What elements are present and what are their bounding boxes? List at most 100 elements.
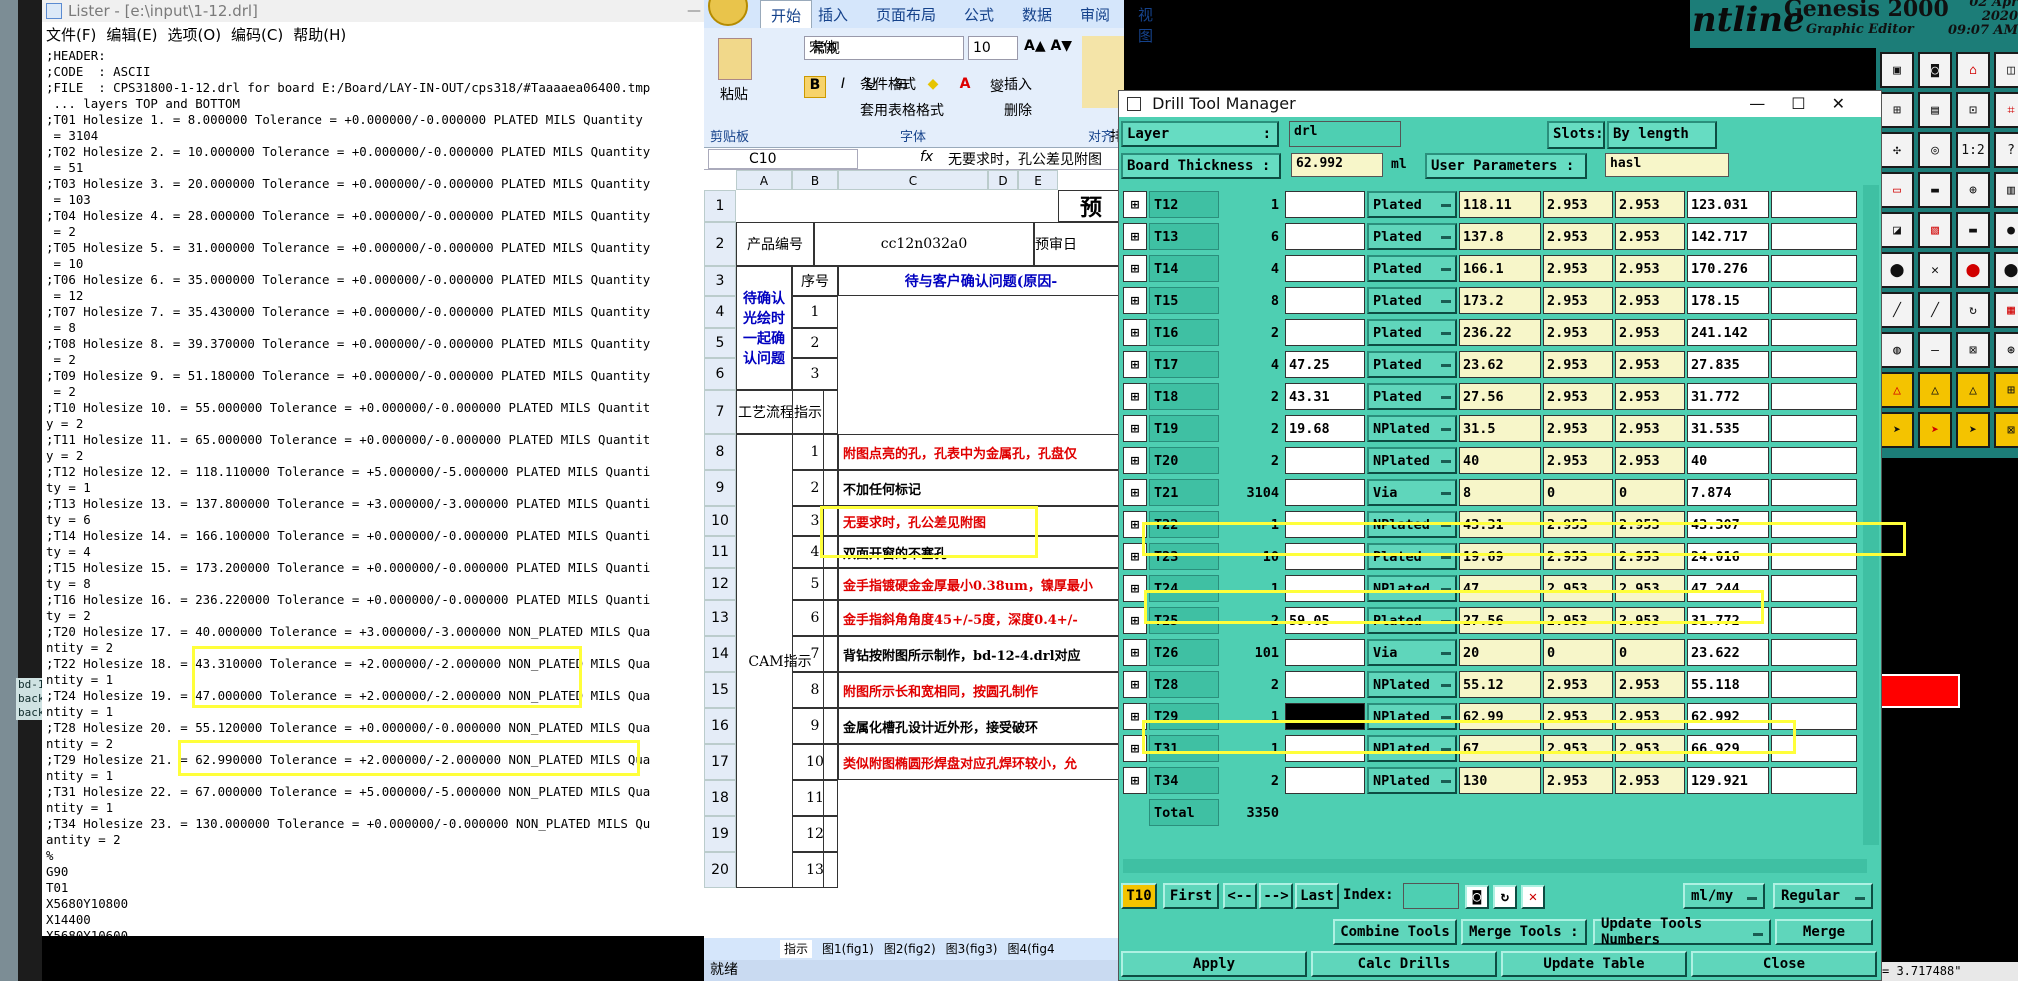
fill-color-icon[interactable]: ◆ bbox=[920, 76, 946, 98]
plus-tol-input[interactable]: 2.953 bbox=[1543, 255, 1613, 282]
genesis-tool-icon[interactable]: ⬤ bbox=[1956, 252, 1990, 288]
sheet-tab[interactable]: 图2(fig2) bbox=[884, 942, 936, 956]
plus-tol-input[interactable]: 2.953 bbox=[1543, 415, 1613, 442]
row-expand-icon[interactable]: ⊞ bbox=[1123, 671, 1147, 698]
final-size-input[interactable]: 31.772 bbox=[1687, 607, 1769, 634]
minus-tol-input[interactable]: 2.953 bbox=[1615, 383, 1685, 410]
minus-tol-input[interactable]: 2.953 bbox=[1615, 255, 1685, 282]
finish-size-input[interactable] bbox=[1285, 767, 1365, 794]
insert-cells-button[interactable]: 插入 bbox=[1004, 74, 1032, 94]
maximize-icon[interactable]: ☐ bbox=[1791, 94, 1831, 113]
tool-type-select[interactable]: Plated bbox=[1367, 319, 1457, 346]
genesis-tool-icon[interactable]: ⊠ bbox=[1994, 412, 2018, 448]
genesis-tool-icon[interactable]: ➤ bbox=[1956, 412, 1990, 448]
final-size-input[interactable]: 27.835 bbox=[1687, 351, 1769, 378]
product-label-cell[interactable]: 产品编号 bbox=[736, 222, 814, 266]
column-header[interactable]: C bbox=[838, 170, 988, 190]
final-size-input[interactable]: 66.929 bbox=[1687, 735, 1769, 762]
review-date-label-cell[interactable]: 预审日 bbox=[1034, 222, 1124, 266]
row-expand-icon[interactable]: ⊞ bbox=[1123, 287, 1147, 314]
row-header[interactable]: 14 bbox=[704, 636, 736, 672]
sheet-tab[interactable]: 指示 bbox=[780, 940, 813, 958]
final-size-input[interactable]: 241.142 bbox=[1687, 319, 1769, 346]
sequence-cell[interactable]: 13 bbox=[792, 852, 838, 888]
layer-value[interactable]: drl bbox=[1289, 121, 1401, 147]
genesis-tool-icon[interactable]: ▭ bbox=[1880, 172, 1914, 208]
finish-size-input[interactable] bbox=[1285, 639, 1365, 666]
sequence-cell[interactable] bbox=[792, 390, 838, 434]
lister-menu-item[interactable]: 编码(C) bbox=[231, 26, 283, 44]
row-header[interactable]: 4 bbox=[704, 296, 736, 328]
merge-button[interactable]: Merge bbox=[1775, 919, 1873, 945]
plus-tol-input[interactable]: 2.953 bbox=[1543, 383, 1613, 410]
row-header[interactable]: 20 bbox=[704, 852, 736, 888]
note-cell[interactable]: 不加任何标记 bbox=[838, 470, 1124, 506]
next-button[interactable]: --> bbox=[1259, 883, 1293, 909]
note-cell[interactable]: 双面开窗的不塞孔 bbox=[838, 536, 1124, 568]
row-header[interactable]: 12 bbox=[704, 568, 736, 600]
lister-menu-item[interactable]: 文件(F) bbox=[46, 26, 96, 44]
sequence-cell[interactable]: 11 bbox=[792, 780, 838, 816]
genesis-tool-icon[interactable]: ▧ bbox=[1918, 212, 1952, 248]
tool-type-select[interactable]: NPlated bbox=[1367, 671, 1457, 698]
finish-size-input[interactable] bbox=[1285, 511, 1365, 538]
plus-tol-input[interactable]: 2.953 bbox=[1543, 543, 1613, 570]
genesis-tool-icon[interactable]: ⊞ bbox=[1880, 92, 1914, 128]
final-size-input[interactable]: 129.921 bbox=[1687, 767, 1769, 794]
office-button[interactable] bbox=[708, 0, 748, 26]
row-header[interactable]: 13 bbox=[704, 600, 736, 636]
font-color-icon[interactable]: A bbox=[952, 76, 978, 98]
italic-icon[interactable]: I bbox=[832, 76, 854, 98]
table-format-button[interactable]: 套用表格格式 bbox=[860, 100, 944, 120]
final-size-input[interactable]: 62.992 bbox=[1687, 703, 1769, 730]
minus-tol-input[interactable]: 2.953 bbox=[1615, 735, 1685, 762]
index-input[interactable] bbox=[1403, 883, 1459, 909]
final-size-input[interactable]: 47.244 bbox=[1687, 575, 1769, 602]
drill-size-input[interactable]: 166.1 bbox=[1459, 255, 1541, 282]
ribbon-tab-2[interactable]: 插入 bbox=[818, 4, 848, 25]
plus-tol-input[interactable]: 2.953 bbox=[1543, 287, 1613, 314]
conditional-format-button[interactable]: 条件格式 bbox=[860, 74, 916, 94]
genesis-tool-icon[interactable]: ▬ bbox=[1918, 172, 1952, 208]
row-expand-icon[interactable]: ⊞ bbox=[1123, 511, 1147, 538]
drill-size-input[interactable]: 20 bbox=[1459, 639, 1541, 666]
finish-size-input[interactable] bbox=[1285, 575, 1365, 602]
final-size-input[interactable]: 23.622 bbox=[1687, 639, 1769, 666]
extra-input[interactable] bbox=[1771, 223, 1857, 250]
minimize-icon[interactable]: — bbox=[1749, 94, 1791, 113]
final-size-input[interactable]: 178.15 bbox=[1687, 287, 1769, 314]
final-size-input[interactable]: 43.307 bbox=[1687, 511, 1769, 538]
drill-size-input[interactable]: 137.8 bbox=[1459, 223, 1541, 250]
row-expand-icon[interactable]: ⊞ bbox=[1123, 607, 1147, 634]
minus-tol-input[interactable]: 2.953 bbox=[1615, 447, 1685, 474]
pending-label-cell[interactable]: 待确认光绘时一起确认问题 bbox=[736, 266, 792, 390]
row-expand-icon[interactable]: ⊞ bbox=[1123, 575, 1147, 602]
tool-type-select[interactable]: Plated bbox=[1367, 607, 1457, 634]
sequence-cell[interactable]: 8 bbox=[792, 672, 838, 708]
combine-tools-button[interactable]: Combine Tools bbox=[1333, 919, 1457, 945]
paste-icon[interactable] bbox=[718, 38, 752, 80]
plus-tol-input[interactable]: 2.953 bbox=[1543, 319, 1613, 346]
pending-header-cell[interactable]: 待与客户确认问题(原因- bbox=[838, 266, 1124, 296]
final-size-input[interactable]: 123.031 bbox=[1687, 191, 1769, 218]
extra-input[interactable] bbox=[1771, 671, 1857, 698]
plus-tol-input[interactable]: 2.953 bbox=[1543, 223, 1613, 250]
genesis-tool-icon[interactable]: ⌗ bbox=[1994, 92, 2018, 128]
extra-input[interactable] bbox=[1771, 255, 1857, 282]
extra-input[interactable] bbox=[1771, 607, 1857, 634]
genesis-tool-icon[interactable]: ⬤ bbox=[1994, 252, 2018, 288]
minus-tol-input[interactable]: 2.953 bbox=[1615, 287, 1685, 314]
extra-input[interactable] bbox=[1771, 287, 1857, 314]
extra-input[interactable] bbox=[1771, 319, 1857, 346]
finish-size-input[interactable] bbox=[1285, 543, 1365, 570]
tool-type-select[interactable]: NPlated bbox=[1367, 575, 1457, 602]
plus-tol-input[interactable]: 2.953 bbox=[1543, 767, 1613, 794]
genesis-tool-icon[interactable]: ⌂ bbox=[1956, 52, 1990, 88]
drill-size-input[interactable]: 31.5 bbox=[1459, 415, 1541, 442]
row-expand-icon[interactable]: ⊞ bbox=[1123, 735, 1147, 762]
extra-input[interactable] bbox=[1771, 767, 1857, 794]
column-header[interactable]: A bbox=[736, 170, 792, 190]
units-select[interactable]: ml/my bbox=[1683, 883, 1765, 909]
genesis-tool-icon[interactable]: ╱ bbox=[1880, 292, 1914, 328]
row-expand-icon[interactable]: ⊞ bbox=[1123, 639, 1147, 666]
